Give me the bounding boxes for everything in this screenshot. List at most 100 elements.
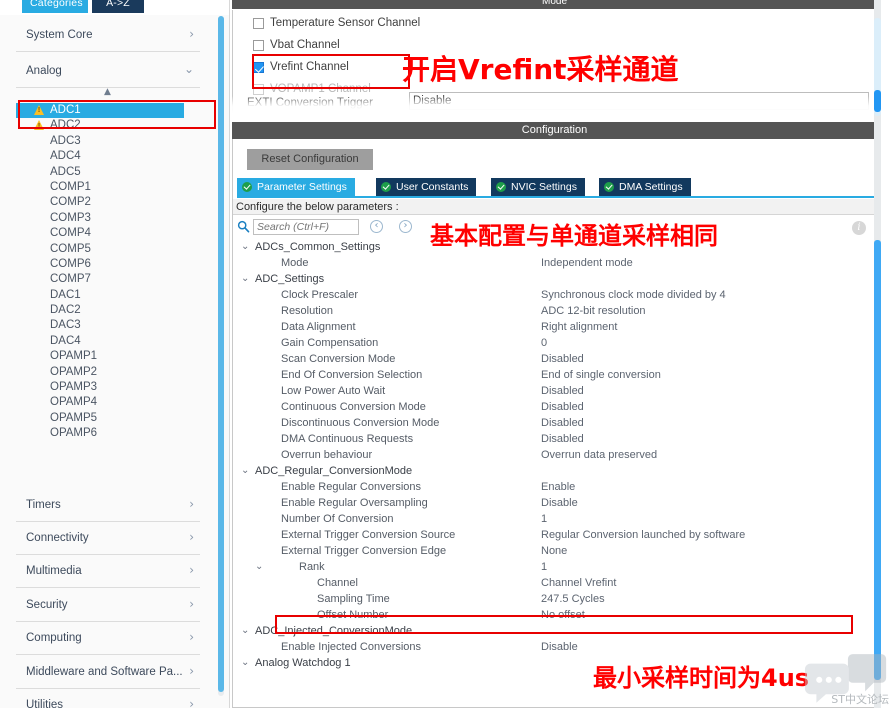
parameter-value[interactable]: None [541,543,567,559]
device-item-adc3[interactable]: ADC3 [16,134,200,149]
main-scrollbar[interactable] [874,0,881,708]
tab-dma-settings[interactable]: DMA Settings [599,178,691,196]
parameter-value[interactable]: Regular Conversion launched by software [541,527,745,543]
parameter-value[interactable]: Disabled [541,351,584,367]
info-icon[interactable] [852,221,866,235]
device-item-dac4[interactable]: DAC4 [16,334,200,349]
parameter-row[interactable]: Overrun behaviour Overrun data preserved [233,447,859,463]
device-item-dac3[interactable]: DAC3 [16,318,200,333]
parameter-row[interactable]: Gain Compensation 0 [233,335,859,351]
chevron-down-icon[interactable]: ⌄ [241,271,249,287]
parameter-value[interactable]: 1 [541,511,547,527]
device-item-opamp2[interactable]: OPAMP2 [16,365,200,380]
device-item-dac1[interactable]: DAC1 [16,288,200,303]
parameter-value[interactable]: Disabled [541,383,584,399]
chevron-down-icon[interactable]: ⌄ [241,463,249,479]
left-panel-scrollbar[interactable] [218,16,224,696]
device-item-opamp3[interactable]: OPAMP3 [16,380,200,395]
parameter-row[interactable]: Scan Conversion Mode Disabled [233,351,859,367]
parameter-row[interactable]: Sampling Time 247.5 Cycles [233,591,859,607]
parameter-value[interactable]: Disable [541,495,578,511]
parameter-row[interactable]: ⌄ Rank 1 [233,559,859,575]
parameter-value[interactable]: End of single conversion [541,367,661,383]
device-item-comp4[interactable]: COMP4 [16,226,200,241]
parameter-row[interactable]: Number Of Conversion 1 [233,511,859,527]
accordion-connectivity[interactable]: Connectivity › [16,525,200,555]
device-item-opamp4[interactable]: OPAMP4 [16,395,200,410]
accordion-security[interactable]: Security › [16,592,200,622]
parameter-row[interactable]: DMA Continuous Requests Disabled [233,431,859,447]
parameter-value[interactable]: Disabled [541,399,584,415]
device-item-dac2[interactable]: DAC2 [16,303,200,318]
tab-user-constants[interactable]: User Constants [376,178,477,196]
parameter-row[interactable]: ⌄ ADC_Settings [233,271,859,287]
left-panel-scrollbar-thumb[interactable] [218,16,224,692]
parameter-row[interactable]: Enable Regular Oversampling Disable [233,495,859,511]
chevron-down-icon[interactable]: ⌄ [241,239,249,255]
parameter-row[interactable]: Discontinuous Conversion Mode Disabled [233,415,859,431]
chevron-down-icon[interactable]: ⌄ [241,655,249,671]
parameter-value[interactable]: Right alignment [541,319,617,335]
parameter-value[interactable]: 1 [541,559,547,575]
device-item-adc2[interactable]: ADC2 [16,118,200,133]
tab-nvic-settings[interactable]: NVIC Settings [491,178,585,196]
search-input[interactable] [253,219,359,235]
device-item-comp7[interactable]: COMP7 [16,272,200,287]
parameter-row[interactable]: Enable Injected Conversions Disable [233,639,859,655]
parameter-value[interactable]: Overrun data preserved [541,447,657,463]
parameter-value[interactable]: Disabled [541,415,584,431]
tab-categories[interactable]: Categories [22,0,88,14]
parameter-value[interactable]: Synchronous clock mode divided by 4 [541,287,726,303]
parameter-row[interactable]: External Trigger Conversion Source Regula… [233,527,859,543]
device-item-comp5[interactable]: COMP5 [16,242,200,257]
device-item-opamp5[interactable]: OPAMP5 [16,411,200,426]
accordion-analog[interactable]: Analog ⌄ [16,58,200,88]
chevron-left-circle-icon[interactable]: ‹ [370,220,383,233]
reset-configuration-button[interactable]: Reset Configuration [247,149,373,170]
chevron-down-icon[interactable]: ⌄ [255,559,263,575]
accordion-utilities[interactable]: Utilities › [16,692,200,708]
parameter-row[interactable]: Enable Regular Conversions Enable [233,479,859,495]
parameter-row[interactable]: Data Alignment Right alignment [233,319,859,335]
parameter-value[interactable]: ADC 12-bit resolution [541,303,646,319]
parameter-scrollbar-thumb[interactable] [874,240,881,680]
parameter-row[interactable]: Channel Channel Vrefint [233,575,859,591]
accordion-computing[interactable]: Computing › [16,625,200,655]
parameter-value[interactable]: 247.5 Cycles [541,591,605,607]
device-item-comp1[interactable]: COMP1 [16,180,200,195]
tab-a-to-z[interactable]: A->Z [92,0,144,14]
parameter-value[interactable]: Channel Vrefint [541,575,616,591]
parameter-row[interactable]: ⌄ ADC_Regular_ConversionMode [233,463,859,479]
mode-pane-scrollbar-thumb[interactable] [874,90,881,112]
chevron-right-circle-icon[interactable]: › [399,220,412,233]
parameter-value[interactable]: Disabled [541,431,584,447]
device-item-adc1[interactable]: ADC1 [16,103,184,119]
parameter-row[interactable]: Continuous Conversion Mode Disabled [233,399,859,415]
scroll-up-arrow-icon[interactable]: ▲ [104,88,111,97]
tab-parameter-settings[interactable]: Parameter Settings [237,178,355,196]
parameter-value[interactable]: 0 [541,335,547,351]
device-item-adc5[interactable]: ADC5 [16,165,200,180]
parameter-value[interactable]: Independent mode [541,255,633,271]
device-item-comp3[interactable]: COMP3 [16,211,200,226]
parameter-row[interactable]: End Of Conversion Selection End of single… [233,367,859,383]
parameter-row[interactable]: Low Power Auto Wait Disabled [233,383,859,399]
parameter-row[interactable]: Clock Prescaler Synchronous clock mode di… [233,287,859,303]
accordion-middleware-and-software-pa[interactable]: Middleware and Software Pa... › [16,659,200,689]
accordion-multimedia[interactable]: Multimedia › [16,558,200,588]
checkbox-box-icon[interactable] [253,40,264,51]
parameter-row[interactable]: Mode Independent mode [233,255,859,271]
parameter-row[interactable]: External Trigger Conversion Edge None [233,543,859,559]
chevron-down-icon[interactable]: ⌄ [241,623,249,639]
device-item-opamp1[interactable]: OPAMP1 [16,349,200,364]
device-item-comp2[interactable]: COMP2 [16,195,200,210]
parameter-row[interactable]: Resolution ADC 12-bit resolution [233,303,859,319]
checkbox-box-icon[interactable] [253,18,264,29]
parameter-value[interactable]: Disable [541,639,578,655]
device-item-comp6[interactable]: COMP6 [16,257,200,272]
device-item-opamp6[interactable]: OPAMP6 [16,426,200,441]
device-item-adc4[interactable]: ADC4 [16,149,200,164]
accordion-system-core[interactable]: System Core › [16,22,200,52]
accordion-timers[interactable]: Timers › [16,492,200,522]
parameter-value[interactable]: Enable [541,479,575,495]
